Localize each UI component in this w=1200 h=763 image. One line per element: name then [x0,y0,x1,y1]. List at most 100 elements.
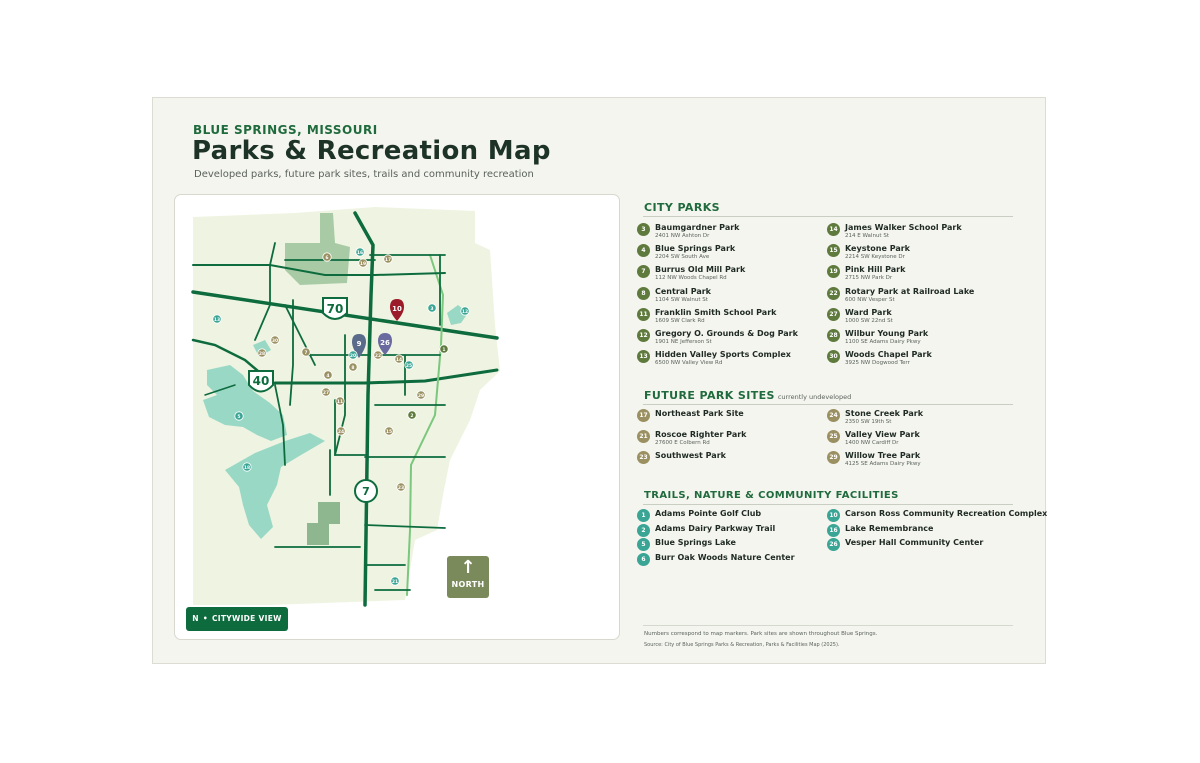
svg-text:30: 30 [272,338,278,344]
map-marker-16[interactable]: 16 [355,247,365,257]
map-marker-8[interactable]: 8 [348,362,358,372]
map-marker-3[interactable]: 3 [427,303,437,313]
number-badge: 25 [827,430,840,444]
svg-text:16: 16 [357,250,363,256]
map-panel[interactable]: 70 40 7 10 9 26 616 19 17 3 12 1 13 30 2… [174,194,620,640]
view-badge-label: CITYWIDE VIEW [211,614,282,623]
entry-name: Burr Oak Woods Nature Center [655,552,795,562]
svg-text:12: 12 [462,309,468,315]
number-badge: 15 [827,244,840,258]
number-badge: 21 [637,430,650,444]
svg-text:18: 18 [244,465,250,471]
entry-name: Northeast Park Site [655,409,744,418]
entry-name: Rotary Park at Railroad Lake [845,286,975,296]
citywide-view-button[interactable]: N • CITYWIDE VIEW [186,607,288,631]
entry-name: Wilbur Young Park [845,329,929,338]
svg-text:23: 23 [398,485,404,491]
north-arrow-icon: ↑ [460,557,476,578]
map-marker-12[interactable]: 12 [460,306,470,316]
view-badge-n: N [192,614,199,623]
svg-text:6: 6 [325,255,328,261]
svg-text:15: 15 [386,429,392,435]
number-badge: 26 [827,538,840,551]
park-area-south [318,502,340,524]
entry-name: Blue Springs Lake [655,538,736,547]
entry-address: 1100 SE Adams Dairy Pkwy [845,339,921,345]
map-marker-1[interactable]: 1 [439,344,449,354]
map-marker-18[interactable]: 18 [242,462,252,472]
number-badge: 13 [637,350,650,364]
future-sites-title-text: FUTURE PARK SITES [644,389,775,402]
poster: BLUE SPRINGS, MISSOURI Parks & Recreatio… [152,97,1048,664]
map-canvas[interactable]: 70 40 7 10 9 26 61619173121133028 720822… [175,195,620,640]
svg-text:4: 4 [326,373,329,379]
entry-name: Valley View Park [845,430,920,440]
future-sites-title: FUTURE PARK SITES currently undeveloped [644,389,851,402]
map-marker-17[interactable]: 17 [383,254,393,264]
number-badge: 29 [827,451,840,465]
map-marker-29[interactable]: 29 [416,390,426,400]
svg-text:17: 17 [385,257,391,263]
entry-address: 3925 NW Dogwood Terr [845,360,910,367]
facilities-rule [643,504,1013,505]
entry-name: Blue Springs Park [655,244,736,254]
map-marker-30[interactable]: 30 [270,335,280,345]
map-marker-22[interactable]: 22 [373,350,383,360]
map-marker-20[interactable]: 20 [348,350,358,360]
map-marker-6[interactable]: 6 [322,252,332,262]
map-marker-24[interactable]: 24 [336,426,346,436]
entry-name: Hidden Valley Sports Complex [655,350,791,360]
highway-7-shield: 7 [354,479,378,503]
number-badge: 23 [637,451,650,465]
number-badge: 24 [827,409,840,422]
map-marker-13[interactable]: 13 [212,314,222,324]
entry-address: 1609 SW Clark Rd [655,317,705,324]
map-marker-2[interactable]: 2 [407,410,417,420]
svg-text:22: 22 [375,353,381,359]
map-marker-15[interactable]: 15 [384,426,394,436]
svg-text:7: 7 [304,350,307,356]
number-badge: 1 [637,509,650,522]
entry-address: 214 E Walnut St [845,233,889,239]
map-marker-4[interactable]: 4 [323,370,333,380]
number-badge: 8 [637,286,650,300]
svg-text:28: 28 [259,351,265,357]
map-marker-23[interactable]: 23 [396,482,406,492]
map-marker-5[interactable]: 5 [234,411,244,421]
number-badge: 10 [827,509,840,522]
footer-note: Numbers correspond to map markers. Park … [644,631,878,637]
number-badge: 4 [637,244,650,258]
number-badge: 7 [637,265,650,279]
map-marker-25[interactable]: 25 [404,360,414,370]
entry-name: Gregory O. Grounds & Dog Park [655,329,798,338]
map-marker-19[interactable]: 19 [358,258,368,268]
entry-name: Lake Remembrance [845,523,934,533]
entry-address: 2214 SW Keystone Dr [845,254,905,261]
map-marker-14[interactable]: 14 [394,354,404,364]
entry-name: Carson Ross Community Recreation Complex [845,509,1048,518]
map-marker-7[interactable]: 7 [301,347,311,357]
entry-address: 2204 SW South Ave [655,254,710,261]
svg-text:10: 10 [392,305,402,313]
map-marker-21[interactable]: 21 [390,576,400,586]
entry-address: 600 NW Vesper St [845,296,895,303]
map-marker-28[interactable]: 28 [257,348,267,358]
map-marker-11[interactable]: 11 [335,396,345,406]
page-title: Parks & Recreation Map [192,136,551,166]
number-badge: 28 [827,329,840,342]
svg-text:8: 8 [351,365,354,371]
svg-text:29: 29 [418,393,424,399]
number-badge: 30 [827,350,840,364]
number-badge: 5 [637,538,650,551]
svg-text:2: 2 [410,413,413,419]
number-badge: 16 [827,523,840,537]
map-marker-27[interactable]: 27 [321,387,331,397]
park-area-south2 [307,523,329,545]
highway-70-shield: 70 [322,297,348,320]
svg-text:26: 26 [380,339,390,347]
svg-text:13: 13 [214,317,220,323]
svg-text:24: 24 [338,429,344,435]
city-parks-title: CITY PARKS [644,201,720,214]
entry-address: 1104 SW Walnut St [655,296,708,303]
entry-name: Keystone Park [845,244,910,254]
